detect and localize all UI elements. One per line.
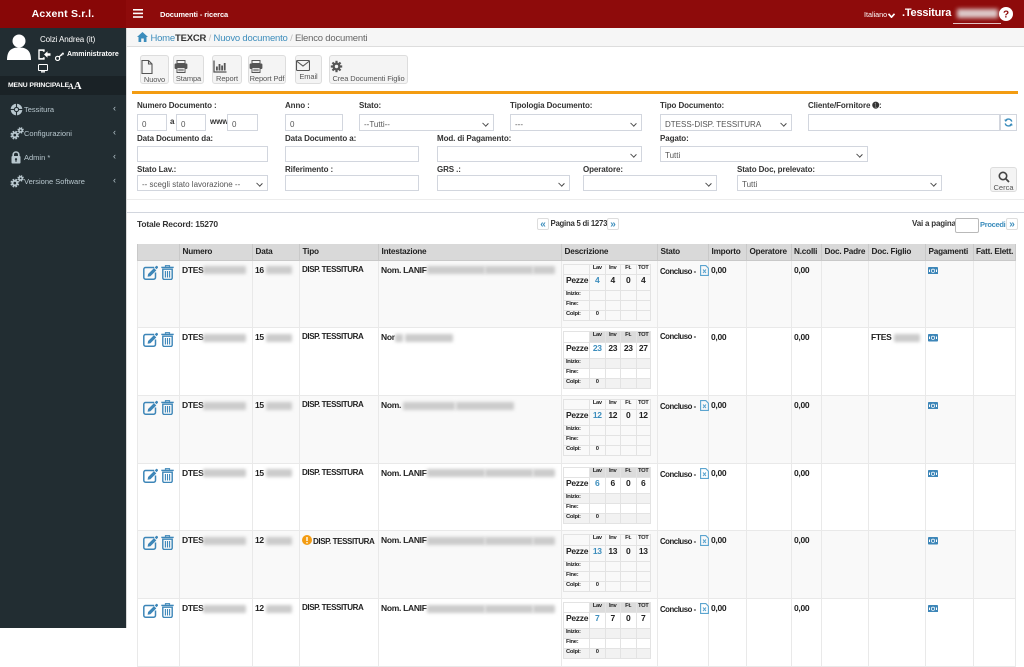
svg-text:?: ? (1003, 10, 1009, 21)
